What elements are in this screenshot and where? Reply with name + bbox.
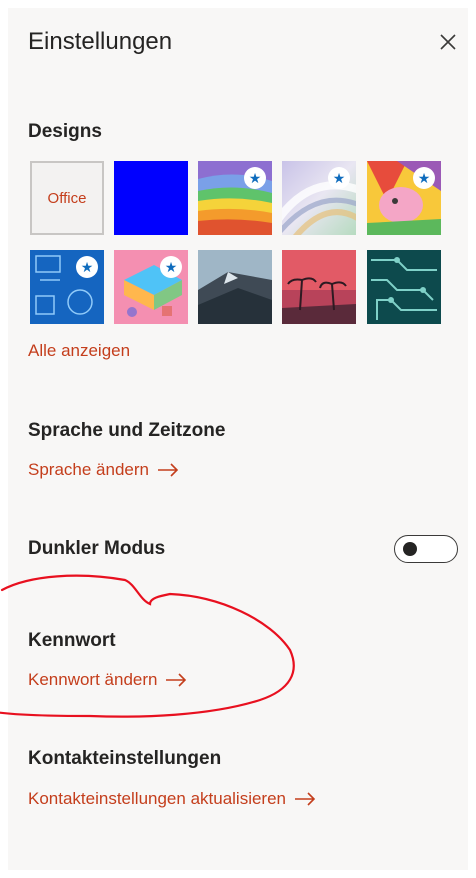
contact-heading: Kontakteinstellungen xyxy=(28,748,222,769)
update-contact-link[interactable]: Kontakteinstellungen aktualisieren xyxy=(28,789,316,809)
star-icon: ★ xyxy=(328,167,350,189)
dark-mode-heading: Dunkler Modus xyxy=(28,538,166,559)
change-password-link[interactable]: Kennwort ändern xyxy=(28,670,187,690)
change-language-label: Sprache ändern xyxy=(28,460,149,479)
arrow-right-icon xyxy=(166,673,187,687)
language-heading: Sprache und Zeitzone xyxy=(28,420,226,441)
star-icon: ★ xyxy=(244,167,266,189)
show-all-themes-link[interactable]: Alle anzeigen xyxy=(28,341,130,361)
toggle-knob xyxy=(403,542,417,556)
theme-circuit-board[interactable] xyxy=(367,250,441,324)
update-contact-label: Kontakteinstellungen aktualisieren xyxy=(28,789,287,808)
theme-colorful-game[interactable]: ★ xyxy=(114,250,188,324)
change-password-label: Kennwort ändern xyxy=(28,670,158,689)
theme-pink-dragon[interactable]: ★ xyxy=(367,161,441,235)
dark-mode-toggle[interactable] xyxy=(394,535,458,563)
theme-palm-sunset[interactable] xyxy=(282,250,356,324)
theme-mountain[interactable] xyxy=(198,250,272,324)
arrow-right-icon xyxy=(295,792,316,806)
arrow-right-icon xyxy=(157,463,179,477)
theme-rainbow-waves[interactable]: ★ xyxy=(198,161,272,235)
theme-blueprint-sketch[interactable]: ★ xyxy=(30,250,104,324)
show-all-label: Alle anzeigen xyxy=(28,341,131,360)
panel-title: Einstellungen xyxy=(28,28,173,55)
theme-blue[interactable] xyxy=(114,161,188,235)
designs-heading: Designs xyxy=(28,121,102,142)
theme-silver-ribbons[interactable]: ★ xyxy=(282,161,356,235)
star-icon: ★ xyxy=(413,167,435,189)
theme-office[interactable]: Office xyxy=(30,161,104,235)
change-language-link[interactable]: Sprache ändern xyxy=(28,460,179,480)
theme-office-label: Office xyxy=(47,189,87,207)
star-icon: ★ xyxy=(160,256,182,278)
star-icon: ★ xyxy=(76,256,98,278)
password-heading: Kennwort xyxy=(28,630,116,651)
close-icon[interactable] xyxy=(436,30,460,54)
